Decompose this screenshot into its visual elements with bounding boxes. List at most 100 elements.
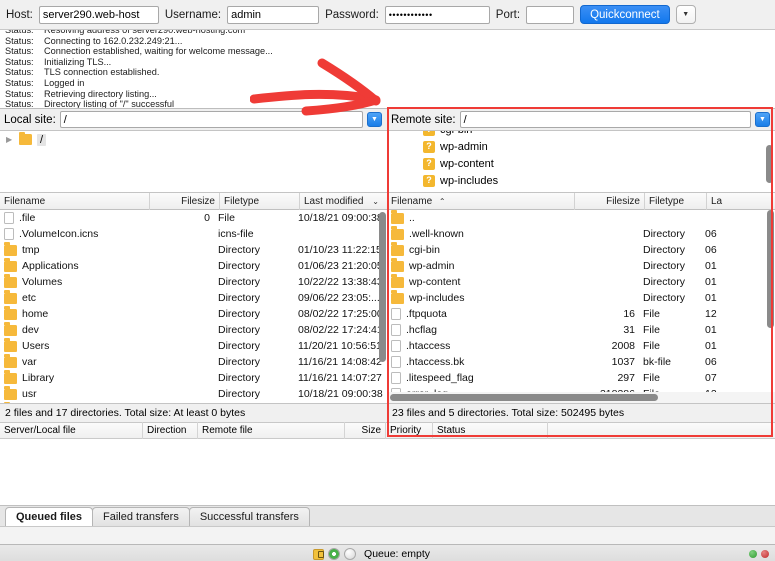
cell-filename-label: .file	[19, 212, 36, 224]
file-icon	[4, 212, 14, 224]
table-row[interactable]: sbin Directory10/18/21 09:00:38	[0, 402, 387, 403]
red-indicator	[761, 550, 770, 558]
table-row[interactable]: dev Directory 08/02/22 17:24:41	[0, 322, 387, 338]
cell-filesize	[150, 226, 214, 242]
cell-filename-label: var	[22, 356, 37, 368]
log-line: Status: Initializing TLS...	[0, 57, 775, 68]
log-line: Status: Connecting to 162.0.232.249:21...	[0, 36, 775, 47]
log-line-text: Connecting to 162.0.232.249:21...	[44, 35, 183, 46]
lock-icon[interactable]	[313, 548, 325, 560]
cell-filename: tmp	[0, 242, 150, 258]
folder-icon	[4, 338, 17, 352]
cell-filesize	[150, 274, 214, 290]
table-row[interactable]: home Directory 08/02/22 17:25:00	[0, 306, 387, 322]
local-col-filetype[interactable]: Filetype	[220, 193, 300, 210]
table-row[interactable]: tmp Directory 01/10/23 11:22:15	[0, 242, 387, 258]
folder-icon	[4, 290, 17, 304]
queue-col-remotefile[interactable]: Remote file	[198, 422, 345, 439]
log-line-text: Initializing TLS...	[44, 56, 112, 67]
local-site-dropdown[interactable]: ▼	[367, 112, 382, 127]
quickconnect-history-dropdown[interactable]: ▼	[675, 5, 696, 24]
folder-icon	[4, 386, 17, 400]
quickconnect-button[interactable]: Quickconnect	[580, 5, 670, 24]
password-label: Password:	[325, 8, 379, 21]
tree-item[interactable]: ▶ /	[0, 131, 387, 148]
cell-filename: .VolumeIcon.icns	[0, 226, 150, 242]
log-line-text: Directory listing of "/" successful	[44, 99, 175, 109]
table-row[interactable]: .file 0 File 10/18/21 09:00:38	[0, 210, 387, 226]
tab-successful-transfers[interactable]: Successful transfers	[188, 507, 310, 526]
table-row[interactable]: var Directory 11/16/21 14:08:42	[0, 354, 387, 370]
cell-lastmodified: 08/02/22 17:24:41	[298, 324, 383, 336]
status-icons	[313, 548, 357, 560]
local-directory-tree[interactable]: ▶ /	[0, 131, 387, 193]
status-log[interactable]: Status: Resolving address of server290.we…	[0, 30, 775, 109]
cell-filesize	[150, 354, 214, 370]
local-site-input[interactable]: /	[59, 111, 363, 128]
transfer-tab-content	[0, 526, 775, 544]
port-label: Port:	[495, 8, 521, 21]
local-vertical-scrollbar[interactable]	[379, 210, 386, 403]
log-line-key: Status:	[5, 35, 34, 46]
cell-filesize	[150, 338, 214, 354]
local-rows[interactable]: .file 0 File 10/18/21 09:00:38 .VolumeIcon.i…	[0, 210, 387, 403]
local-col-filename[interactable]: Filename	[0, 193, 150, 210]
cell-filesize	[150, 242, 214, 258]
cell-filetype: Directory	[218, 308, 261, 320]
local-col-lastmodified[interactable]: Last modified ⌄	[300, 193, 387, 210]
quickconnect-bar: Host: server290.web-host Username: admin…	[0, 0, 775, 30]
transfer-queue-body[interactable]	[0, 439, 775, 505]
table-row[interactable]: .VolumeIcon.icns icns-file	[0, 226, 387, 242]
cell-filetype: Directory	[218, 276, 261, 288]
cell-lastmodified: 10/22/22 13:38:43	[298, 276, 383, 288]
table-row[interactable]: Library Directory 11/16/21 14:07:27	[0, 370, 387, 386]
cell-filetype: Directory	[218, 356, 261, 368]
cell-filename-label: Library	[22, 372, 55, 384]
local-col-filesize[interactable]: Filesize	[150, 193, 220, 210]
log-line-key: Status:	[5, 56, 34, 67]
tab-queued-files[interactable]: Queued files	[5, 507, 94, 526]
cell-filename: .file	[0, 210, 150, 226]
file-icon	[4, 228, 14, 240]
cell-lastmodified: 08/02/22 17:25:00	[298, 308, 383, 320]
queue-col-serverlocal[interactable]: Server/Local file	[0, 422, 143, 439]
tree-item-label: /	[37, 133, 47, 146]
local-column-headers[interactable]: Filename Filesize Filetype Last modified…	[0, 193, 387, 210]
table-row[interactable]: etc Directory 09/06/22 23:05:...	[0, 290, 387, 306]
log-line-text: TLS connection established.	[44, 67, 160, 78]
cell-filesize	[150, 402, 214, 403]
chevron-right-icon[interactable]: ▶	[6, 135, 19, 144]
tab-failed-transfers[interactable]: Failed transfers	[92, 507, 190, 526]
cell-filename-label: Applications	[22, 260, 79, 272]
local-file-list[interactable]: Filename Filesize Filetype Last modified…	[0, 193, 387, 403]
queue-col-direction[interactable]: Direction	[143, 422, 198, 439]
table-row[interactable]: usr Directory 10/18/21 09:00:38	[0, 386, 387, 402]
cell-lastmodified	[294, 226, 384, 242]
transfer-tabs[interactable]: Queued files Failed transfers Successful t…	[0, 505, 775, 526]
folder-icon	[4, 242, 17, 256]
table-row[interactable]: Volumes Directory 10/22/22 13:38:43	[0, 274, 387, 290]
folder-icon	[4, 322, 17, 336]
log-line-text: Connection established, waiting for welc…	[44, 46, 273, 57]
cell-filetype: Directory	[218, 324, 261, 336]
host-input[interactable]: server290.web-host	[38, 5, 159, 24]
table-row[interactable]: Applications Directory 01/06/23 21:20:05	[0, 258, 387, 274]
status-circle-icon[interactable]	[344, 548, 357, 560]
password-input[interactable]: ••••••••••••	[384, 5, 490, 24]
chevron-down-icon: ▼	[682, 11, 690, 18]
cell-filesize: 0	[204, 212, 210, 224]
cell-filename: Users	[0, 338, 150, 354]
cell-filetype: Directory	[218, 372, 261, 384]
username-input[interactable]: admin	[227, 5, 320, 24]
port-input[interactable]	[526, 5, 575, 24]
log-line-key: Status:	[5, 67, 34, 78]
cell-filetype: Directory	[218, 244, 261, 256]
cell-filename: sbin	[0, 402, 150, 403]
green-indicator	[749, 550, 758, 558]
folder-icon	[4, 306, 17, 320]
table-row[interactable]: Users Directory 11/20/21 10:56:51	[0, 338, 387, 354]
folder-icon	[19, 131, 32, 145]
gear-icon[interactable]	[328, 548, 341, 560]
cell-filename: Library	[0, 370, 150, 386]
queue-col-size[interactable]: Size	[345, 422, 386, 439]
